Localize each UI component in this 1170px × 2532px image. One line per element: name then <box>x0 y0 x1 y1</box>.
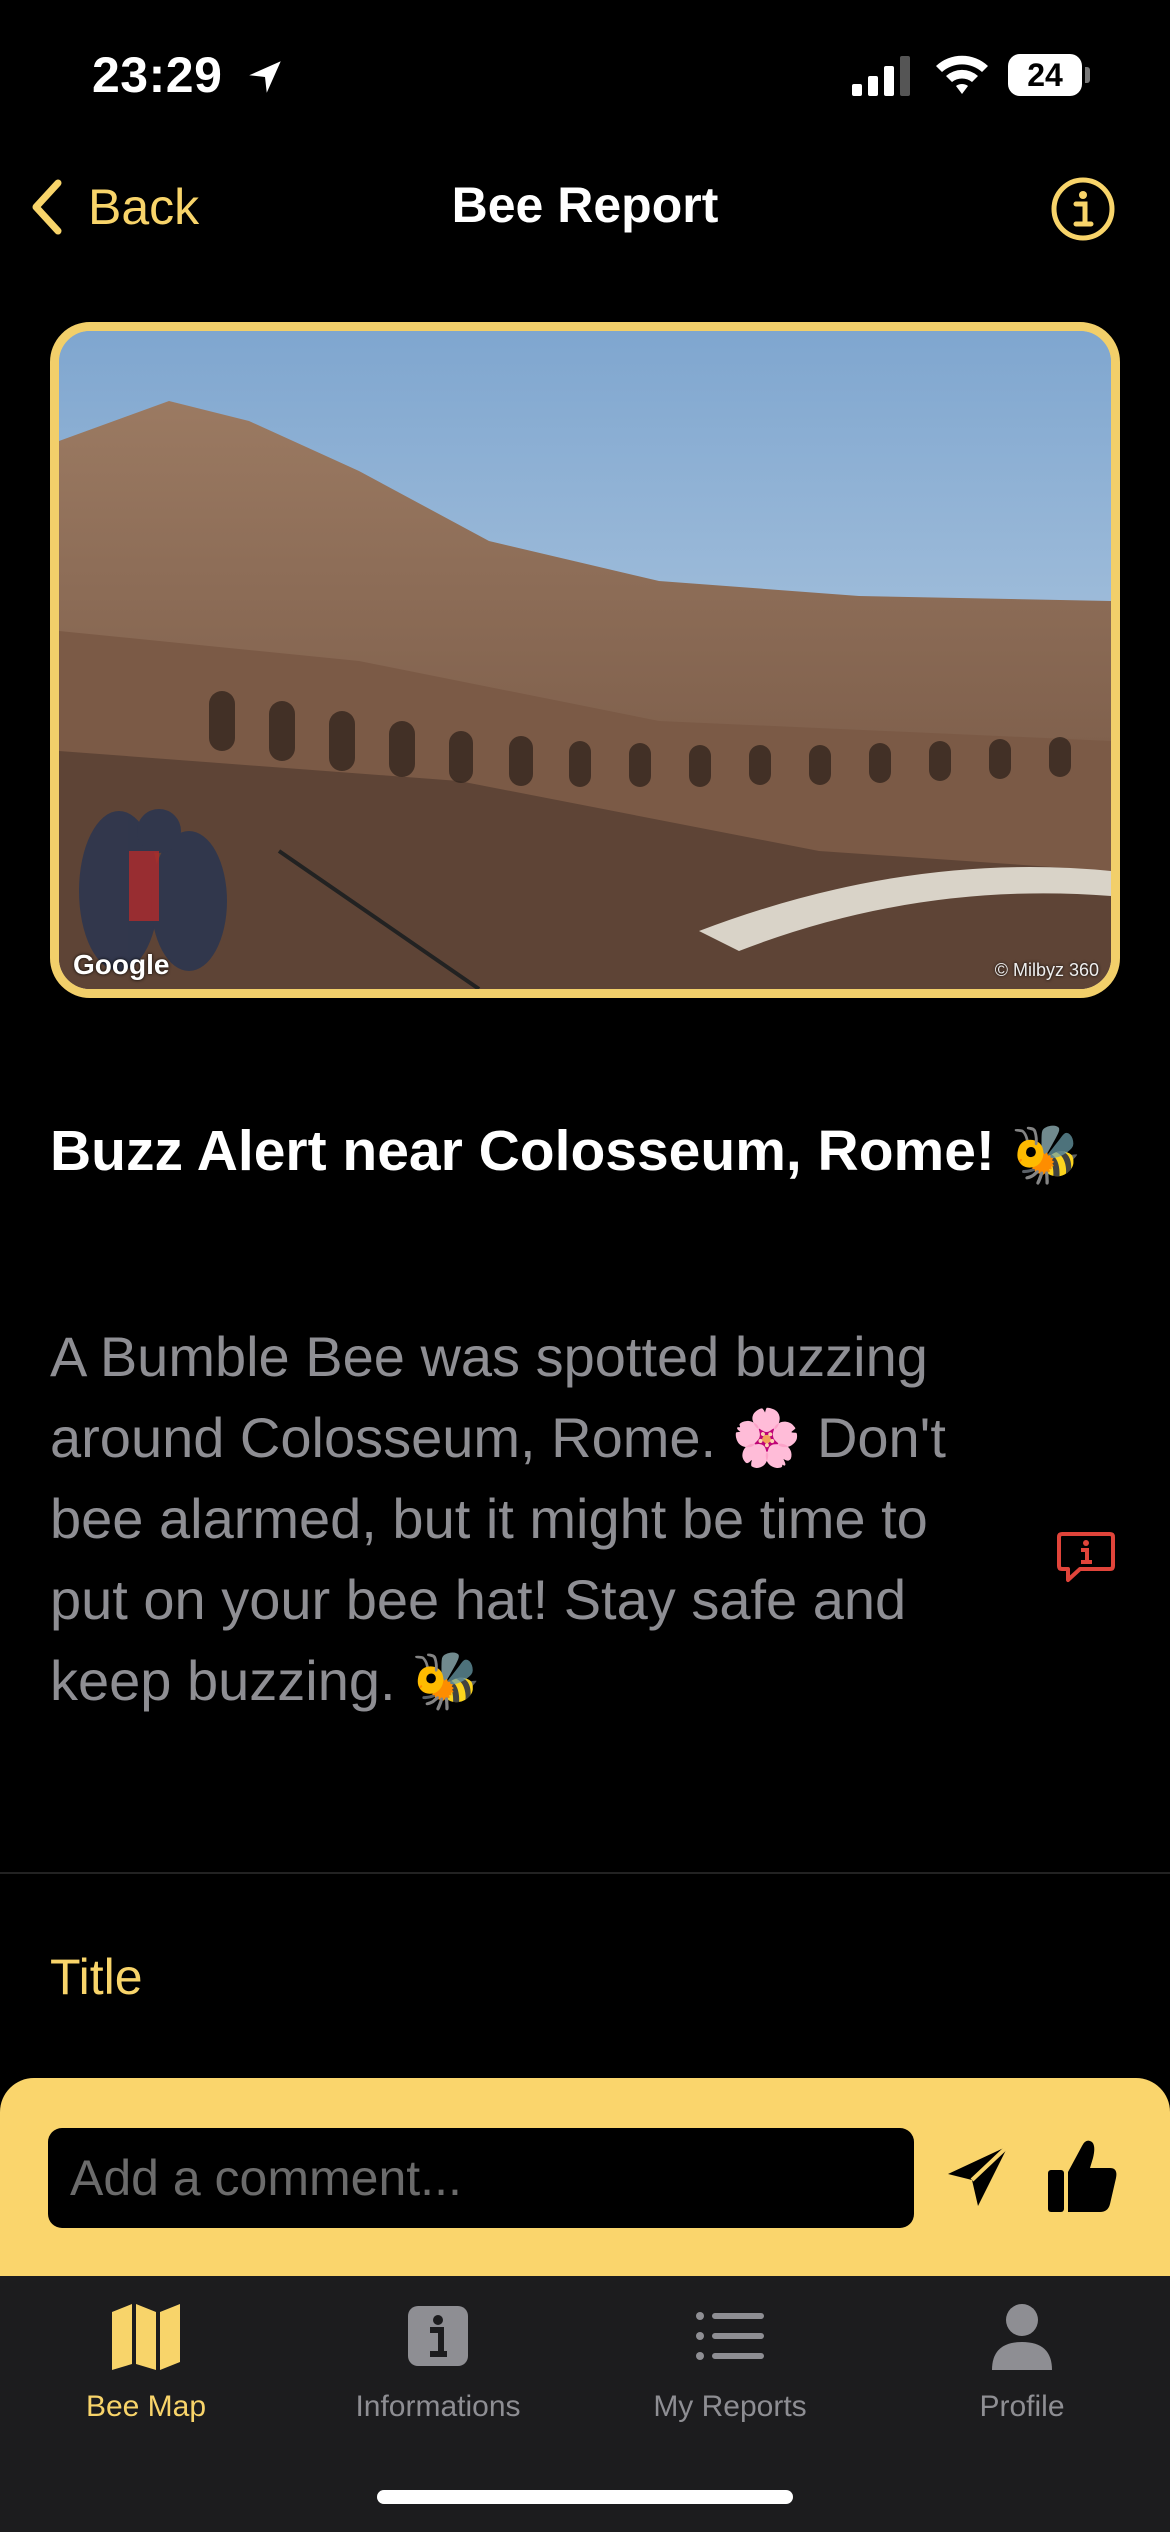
info-icon <box>408 2306 468 2366</box>
comment-bar <box>0 2078 1170 2276</box>
report-description: A Bumble Bee was spotted buzzing around … <box>50 1325 946 1712</box>
report-photo[interactable]: Google © Milbyz 360 <box>50 322 1120 998</box>
info-button[interactable] <box>1050 176 1116 242</box>
tab-bee-map[interactable]: Bee Map <box>0 2298 292 2424</box>
battery-icon: 24 <box>1008 54 1092 96</box>
list-icon <box>696 2312 764 2360</box>
colosseum-photo <box>59 331 1111 989</box>
wifi-icon <box>936 55 988 94</box>
screen: 23:29 24 Back Bee Report Google © Milbyz… <box>0 0 1170 2532</box>
send-icon[interactable] <box>942 2140 1014 2212</box>
section-title: Title <box>50 1949 143 2005</box>
battery-nub <box>1085 67 1090 83</box>
tab-informations[interactable]: Informations <box>292 2298 584 2424</box>
photo-credit: © Milbyz 360 <box>994 960 1099 980</box>
report-title-text: Buzz Alert near Colosseum, Rome! <box>50 1119 995 1183</box>
section-divider <box>0 1872 1170 1874</box>
person-icon <box>992 2304 1052 2370</box>
tab-label-my-reports: My Reports <box>653 2390 807 2423</box>
home-indicator <box>377 2490 793 2504</box>
report-issue-icon[interactable] <box>1056 1530 1116 1586</box>
location-arrow-icon <box>249 61 281 93</box>
google-watermark: Google <box>73 949 170 980</box>
status-bar: 23:29 24 <box>0 0 1170 150</box>
battery-level: 24 <box>1027 57 1063 93</box>
tab-my-reports[interactable]: My Reports <box>584 2298 876 2424</box>
tab-profile[interactable]: Profile <box>876 2298 1168 2424</box>
report-title: Buzz Alert near Colosseum, Rome! 🐝 <box>50 1118 1082 1188</box>
tab-label-profile: Profile <box>979 2390 1065 2423</box>
thumbs-up-icon[interactable] <box>1046 2136 1118 2216</box>
bee-emoji: 🐝 <box>1010 1123 1082 1188</box>
status-time: 23:29 <box>92 47 223 103</box>
page-title: Bee Report <box>451 177 719 233</box>
map-icon <box>112 2304 180 2370</box>
tab-label-bee-map: Bee Map <box>85 2390 207 2423</box>
comment-input[interactable] <box>48 2128 914 2228</box>
cellular-signal-icon <box>852 56 910 96</box>
tab-label-informations: Informations <box>355 2390 521 2423</box>
